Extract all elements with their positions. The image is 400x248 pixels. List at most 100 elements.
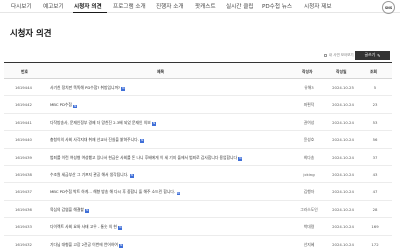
new-badge-icon: N xyxy=(73,103,78,109)
post-title-text[interactable]: 기다님 대형을 고장 2전공 이번에 언어하여 xyxy=(50,242,118,247)
post-date: 2024.10.24 xyxy=(332,102,354,108)
post-author: 김행자 xyxy=(303,189,315,195)
write-button-label: 글쓰기 xyxy=(364,52,376,57)
table-row[interactable]: 1619441 다작방송사, 문재인정부 경제 더 망친진 2.3배 되었 문재… xyxy=(4,114,392,132)
post-number: 1619444 xyxy=(15,85,32,90)
post-author: 윤성호 xyxy=(303,137,315,143)
page-title: 시청자 의견 xyxy=(10,28,52,38)
own-posts-label: 내 사연 모아보기 xyxy=(328,53,354,57)
post-number: 1619440 xyxy=(15,137,32,143)
header-author: 작성자 xyxy=(302,69,313,74)
post-number: 1619441 xyxy=(15,119,32,125)
header-number: 번호 xyxy=(21,69,28,74)
nav-host-intro[interactable]: 진행자 소개 xyxy=(156,2,184,10)
post-author: 권여성 xyxy=(303,119,315,125)
table-row[interactable]: 1619442 MBC PD수첩 N 좌편덕 2024.10.24 23 xyxy=(4,96,392,114)
post-title[interactable]: 다작방송사, 문재인정부 경제 더 망친진 2.3배 되었 문재인 의보 N xyxy=(50,120,157,126)
nav-viewer-opinion[interactable]: 시청자 의견 xyxy=(74,2,102,10)
post-title-text[interactable]: 다작방송사, 문재인정부 경제 더 망친진 2.3배 되었 문재인 의보 xyxy=(50,120,151,125)
post-number: 1619442 xyxy=(15,102,32,108)
table-row[interactable]: 1619437 MBC PD수첩 박트 하게... 해향 방송 해 다시 후 중… xyxy=(4,183,392,201)
post-title-text[interactable]: 충청이의 사회 사각지대 취재 선교사 진실을 밝혀주니다. xyxy=(50,137,139,142)
table-row[interactable]: 1619440 충청이의 사회 사각지대 취재 선교사 진실을 밝혀주니다. N … xyxy=(4,131,392,149)
nav-pd-news[interactable]: PD수첩 뉴스 xyxy=(262,2,292,10)
post-views: 172 xyxy=(371,241,379,247)
post-date: 2024.10.24 xyxy=(332,137,354,143)
nav-replay[interactable]: 다시보기 xyxy=(11,2,32,10)
post-views: 5 xyxy=(373,85,377,90)
write-button[interactable]: 글쓰기 ✎ xyxy=(355,50,390,60)
new-badge-icon: N xyxy=(140,138,145,144)
post-title-text[interactable]: MBC PD수첩 xyxy=(50,102,72,107)
post-author: 박대령 xyxy=(303,224,315,230)
post-views: 43 xyxy=(372,171,378,177)
table-row[interactable]: 1619438 수조원 세금부산 그 기프지 관공 해서 생각됩니다. N jck… xyxy=(4,166,392,184)
new-badge-icon: N xyxy=(176,190,181,196)
own-posts-filter[interactable]: 내 사연 모아보기 xyxy=(324,53,354,58)
header-views: 조회 xyxy=(370,69,377,74)
table-row[interactable]: 1619436 육심의 감염을 해결할 N 그라스도인 2024.10.24 28 xyxy=(4,201,392,219)
post-number: 1619433 xyxy=(15,224,32,230)
new-badge-icon: N xyxy=(118,225,123,231)
post-views: 47 xyxy=(372,189,378,195)
post-title[interactable]: 사기친 정치판 똑똑해 PD수첩? 취방입니까? N xyxy=(50,85,126,92)
table-row[interactable]: 1619444 사기친 정치판 똑똑해 PD수첩? 취방입니까? N 유해3 20… xyxy=(4,79,392,97)
post-date: 2024.10.24 xyxy=(332,171,354,177)
post-title-text[interactable]: 사기친 정치판 똑똑해 PD수첩? 취방입니까? xyxy=(50,85,120,90)
post-title[interactable]: 범죄를 이런 여성형 여성했고 있나서 현금은 사회를 돈 나니 후배에게 이 … xyxy=(50,155,243,161)
table-row[interactable]: 1619433 다이렉트 사회 요와 사태 고우 - 통숫 의 현N 박대령 2… xyxy=(4,218,392,236)
post-date: 2024.10.24 xyxy=(332,241,354,247)
post-title[interactable]: 충청이의 사회 사각지대 취재 선교사 진실을 밝혀주니다. N xyxy=(50,137,145,144)
sns-share-button[interactable]: SNS xyxy=(382,1,395,14)
nav-program-intro[interactable]: 프로그램 소개 xyxy=(113,2,146,10)
post-date: 2024.10.24 xyxy=(332,189,354,195)
header-title: 제목 xyxy=(157,69,164,74)
post-author: 희다송 xyxy=(303,154,315,160)
post-views: 169 xyxy=(371,224,379,230)
header-date: 작성일 xyxy=(336,69,347,74)
post-title-text[interactable]: MBC PD수첩 박트 하게... 해향 방송 해 다시 후 중합니 돌 해주 … xyxy=(50,189,175,194)
post-title[interactable]: 수조원 세금부산 그 기프지 관공 해서 생각됩니다. N xyxy=(50,172,134,179)
post-number: 1619438 xyxy=(15,171,32,177)
post-author: jcking xyxy=(303,171,315,177)
checkbox-icon[interactable] xyxy=(324,53,328,58)
nav-live-clip[interactable]: 실시간 클립 xyxy=(226,2,254,10)
table-row[interactable]: 1619439 범죄를 이런 여성형 여성했고 있나서 현금은 사회를 돈 나니… xyxy=(4,149,392,166)
post-views: 56 xyxy=(372,137,378,143)
post-title-text[interactable]: 범죄를 이런 여성형 여성했고 있나서 현금은 사회를 돈 나니 후배에게 이 … xyxy=(50,155,237,160)
post-date: 2024.10.24 xyxy=(332,224,354,230)
post-title-text[interactable]: 육심의 감염을 해결할 xyxy=(50,207,84,212)
post-author: 좌편덕 xyxy=(303,102,315,108)
table-row[interactable]: 1619432 기다님 대형을 고장 2전공 이번에 언어하여 N 선지혜 202… xyxy=(4,236,392,248)
active-tab-indicator xyxy=(73,11,107,13)
post-views: 37 xyxy=(372,154,378,160)
new-badge-icon: N xyxy=(238,155,243,161)
post-date: 2024.10.25 xyxy=(332,85,354,90)
post-number: 1619437 xyxy=(15,189,32,195)
post-date: 2024.10.24 xyxy=(332,154,354,160)
table-header: 번호 제목 작성자 작성일 조회 xyxy=(4,62,392,79)
post-title-text[interactable]: 수조원 세금부산 그 기프지 관공 해서 생각됩니다. xyxy=(50,172,128,177)
post-title[interactable]: 육심의 감염을 해결할 N xyxy=(50,207,90,213)
nav-viewer-report[interactable]: 시청자 제보 xyxy=(304,2,332,10)
post-date: 2024.10.24 xyxy=(332,206,354,212)
post-number: 1619436 xyxy=(15,206,32,212)
post-author: 선지혜 xyxy=(303,241,315,247)
post-title[interactable]: MBC PD수첩 N xyxy=(50,102,78,109)
post-views: 23 xyxy=(372,102,378,108)
nav-podcast[interactable]: 팟캐스트 xyxy=(195,2,216,10)
nav-preview[interactable]: 예고보기 xyxy=(43,2,64,10)
post-views: 28 xyxy=(372,206,378,212)
post-title[interactable]: MBC PD수첩 박트 하게... 해향 방송 해 다시 후 중합니 돌 해주 … xyxy=(50,189,181,196)
new-badge-icon: N xyxy=(119,242,124,248)
pencil-icon: ✎ xyxy=(377,52,381,58)
table-body: 1619444 사기친 정치판 똑똑해 PD수첩? 취방입니까? N 유해3 20… xyxy=(4,79,392,248)
post-title[interactable]: 기다님 대형을 고장 2전공 이번에 언어하여 N xyxy=(50,242,124,248)
board-table: 번호 제목 작성자 작성일 조회 1619444 사기친 정치판 똑똑해 PD수… xyxy=(4,62,392,248)
post-title[interactable]: 다이렉트 사회 요와 사태 고우 - 통숫 의 현N xyxy=(50,224,123,231)
new-badge-icon: N xyxy=(152,121,157,126)
post-title-text[interactable]: 다이렉트 사회 요와 사태 고우 - 통숫 의 현 xyxy=(50,224,117,229)
new-badge-icon: N xyxy=(85,208,90,213)
post-author: 그라스도인 xyxy=(300,206,318,212)
top-navigation: 다시보기 예고보기 시청자 의견 프로그램 소개 진행자 소개 팟캐스트 실시간… xyxy=(0,0,400,14)
